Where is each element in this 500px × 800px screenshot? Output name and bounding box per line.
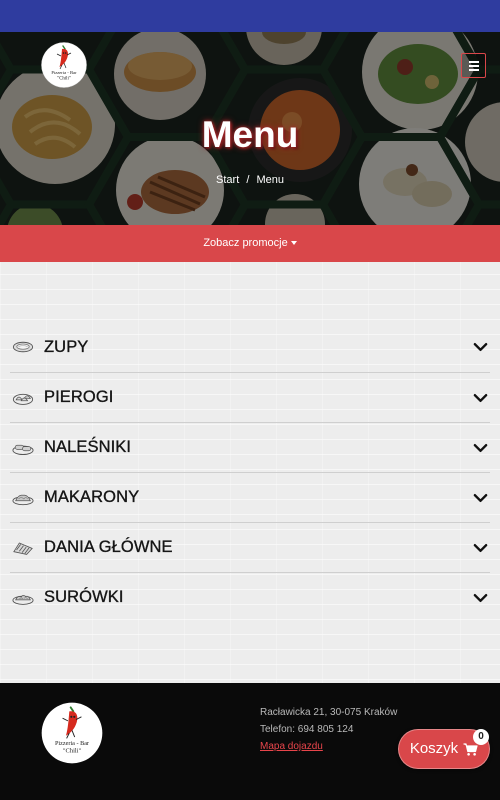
chevron-down-icon <box>473 342 488 352</box>
category-row-nalesniki[interactable]: NALEŚNIKI <box>10 422 490 472</box>
cart-label: Koszyk <box>409 740 459 757</box>
category-label: ZUPY <box>44 337 89 356</box>
category-row-makarony[interactable]: MAKARONY <box>10 472 490 522</box>
map-directions-link[interactable]: Mapa dojazdu <box>260 738 397 755</box>
chevron-down-icon <box>473 543 488 553</box>
category-row-zupy[interactable]: ZUPY <box>10 322 490 372</box>
category-label: PIEROGI <box>44 388 114 406</box>
breadcrumb-separator: / <box>246 174 250 186</box>
footer-address: Racławicka 21, 30-075 Kraków <box>260 707 398 718</box>
caret-down-icon <box>290 241 297 246</box>
category-row-dania-glowne[interactable]: DANIA GŁÓWNE <box>10 522 490 572</box>
hero-header: Pizzeria - Bar "Chili" Menu Start / Menu <box>0 32 500 225</box>
category-row-surowki[interactable]: SURÓWKI <box>10 572 490 622</box>
breadcrumb-current: Menu <box>256 174 284 186</box>
logo-text-line1: Pizzeria - Bar <box>55 740 89 747</box>
footer-phone: Telefon: 694 805 124 <box>260 724 354 735</box>
category-label: NALEŚNIKI <box>44 438 132 456</box>
promotions-label: Zobacz promocje <box>203 237 288 249</box>
cart-icon <box>463 742 478 756</box>
menu-toggle-button[interactable] <box>461 53 486 78</box>
main-dish-icon <box>13 541 33 555</box>
chevron-down-icon <box>473 393 488 403</box>
menu-category-list: ZUPY PIEROGI NALEŚNIKI MAKARONY DANIA GŁ… <box>10 322 490 622</box>
breadcrumb-home-link[interactable]: Start <box>216 172 239 188</box>
footer-logo: Pizzeria - Bar "Chili" <box>41 702 103 764</box>
logo-text-line2: "Chili" <box>57 77 71 82</box>
category-label: MAKARONY <box>44 488 140 506</box>
dumplings-icon <box>12 393 34 405</box>
promotions-dropdown-toggle[interactable]: Zobacz promocje <box>0 225 500 262</box>
logo-text-line2: "Chili" <box>63 748 82 755</box>
category-label: DANIA GŁÓWNE <box>44 538 173 556</box>
page: Pizzeria - Bar "Chili" Menu Start / Menu… <box>0 0 500 800</box>
soup-icon <box>12 341 34 353</box>
header-logo[interactable]: Pizzeria - Bar "Chili" <box>41 42 87 88</box>
logo-text-line1: Pizzeria - Bar <box>51 70 77 75</box>
chevron-down-icon <box>473 593 488 603</box>
page-title: Menu <box>201 114 299 155</box>
pasta-icon <box>12 494 34 505</box>
category-label: SURÓWKI <box>44 588 124 606</box>
top-bar <box>0 0 500 32</box>
hamburger-icon <box>468 60 479 71</box>
salad-icon <box>12 594 34 605</box>
breadcrumb: Start / Menu <box>0 172 500 188</box>
chevron-down-icon <box>473 443 488 453</box>
category-row-pierogi[interactable]: PIEROGI <box>10 372 490 422</box>
chevron-down-icon <box>473 493 488 503</box>
footer-contact-info: Racławicka 21, 30-075 Kraków Telefon: 69… <box>260 704 397 755</box>
pancakes-icon <box>12 444 34 455</box>
cart-count-badge: 0 <box>473 729 489 745</box>
